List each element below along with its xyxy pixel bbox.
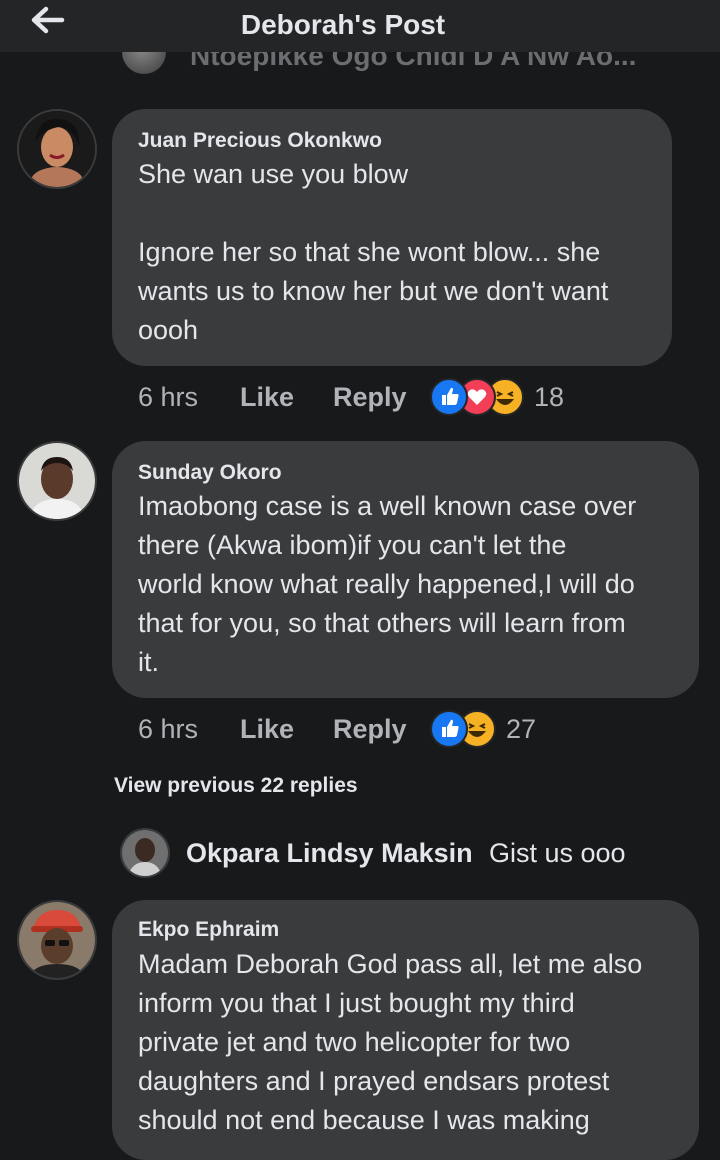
reaction-count[interactable]: 18 — [534, 382, 564, 413]
like-button[interactable]: Like — [240, 382, 294, 413]
comment-line: it. — [138, 647, 160, 677]
avatar[interactable] — [17, 441, 97, 521]
partial-comment-text: Ntoepikke Ogo Chidi D A Nw Ao... — [190, 52, 637, 71]
avatar[interactable] — [17, 900, 97, 980]
comment-text: Madam Deborah God pass all, let me also … — [138, 945, 642, 1140]
comment-line: that for you, so that others will learn … — [138, 608, 626, 638]
partial-comment: Ntoepikke Ogo Chidi D A Nw Ao... — [120, 52, 680, 82]
reply-button[interactable]: Reply — [333, 382, 407, 413]
avatar[interactable] — [17, 109, 97, 189]
comment-line: world know what really happened,I will d… — [138, 569, 635, 599]
comment-author[interactable]: Sunday Okoro — [138, 461, 282, 485]
like-button[interactable]: Like — [240, 714, 294, 745]
comment-line: there (Akwa ibom)if you can't let the — [138, 530, 567, 560]
reply-text: Gist us ooo — [489, 838, 626, 868]
comment-time: 6 hrs — [138, 382, 199, 412]
view-previous-replies-link[interactable]: View previous 22 replies — [114, 774, 358, 798]
comment-line — [138, 194, 608, 233]
comment-line: Madam Deborah God pass all, let me also — [138, 949, 643, 979]
comment-line: oooh — [138, 315, 199, 345]
reaction-count[interactable]: 27 — [506, 714, 536, 745]
comment-line: Imaobong case is a well known case over — [138, 491, 637, 521]
comment-bubble: Sunday Okoro Imaobong case is a well kno… — [112, 441, 699, 698]
comment-line: She wan use you blow — [138, 159, 409, 189]
comment-actions: 6 hrs Like Reply 18 — [138, 378, 608, 418]
avatar[interactable] — [120, 828, 170, 878]
reply-button[interactable]: Reply — [333, 714, 407, 745]
page-title: Deborah's Post — [240, 9, 446, 40]
like-reaction-icon — [430, 710, 468, 748]
comment-text: She wan use you blow Ignore her so that … — [138, 155, 608, 350]
comment-time: 6 hrs — [138, 714, 199, 744]
latest-reply[interactable]: Okpara Lindsy Maksin Gist us ooo — [120, 826, 700, 878]
like-reaction-icon — [430, 378, 468, 416]
comment-actions: 6 hrs Like Reply 27 — [138, 710, 608, 750]
comment-line: inform you that I just bought my third — [138, 988, 575, 1018]
comment-line: daughters and I prayed endsars protest — [138, 1066, 610, 1096]
comment-bubble: Juan Precious Okonkwo She wan use you bl… — [112, 109, 672, 366]
comment-author[interactable]: Ekpo Ephraim — [138, 918, 279, 942]
comment-line: private jet and two helicopter for two — [138, 1027, 571, 1057]
comment-line: Ignore her so that she wont blow... she — [138, 237, 601, 267]
comment-author[interactable]: Juan Precious Okonkwo — [138, 129, 382, 153]
avatar — [122, 52, 166, 74]
comment-line: should not end because I was making — [138, 1105, 590, 1135]
reply-author[interactable]: Okpara Lindsy Maksin — [186, 838, 473, 869]
top-bar: Deborah's Post — [0, 0, 720, 52]
comment-bubble: Ekpo Ephraim Madam Deborah God pass all,… — [112, 900, 699, 1160]
comment-line: wants us to know her but we don't want — [138, 276, 609, 306]
comment-text: Imaobong case is a well known case over … — [138, 487, 636, 682]
